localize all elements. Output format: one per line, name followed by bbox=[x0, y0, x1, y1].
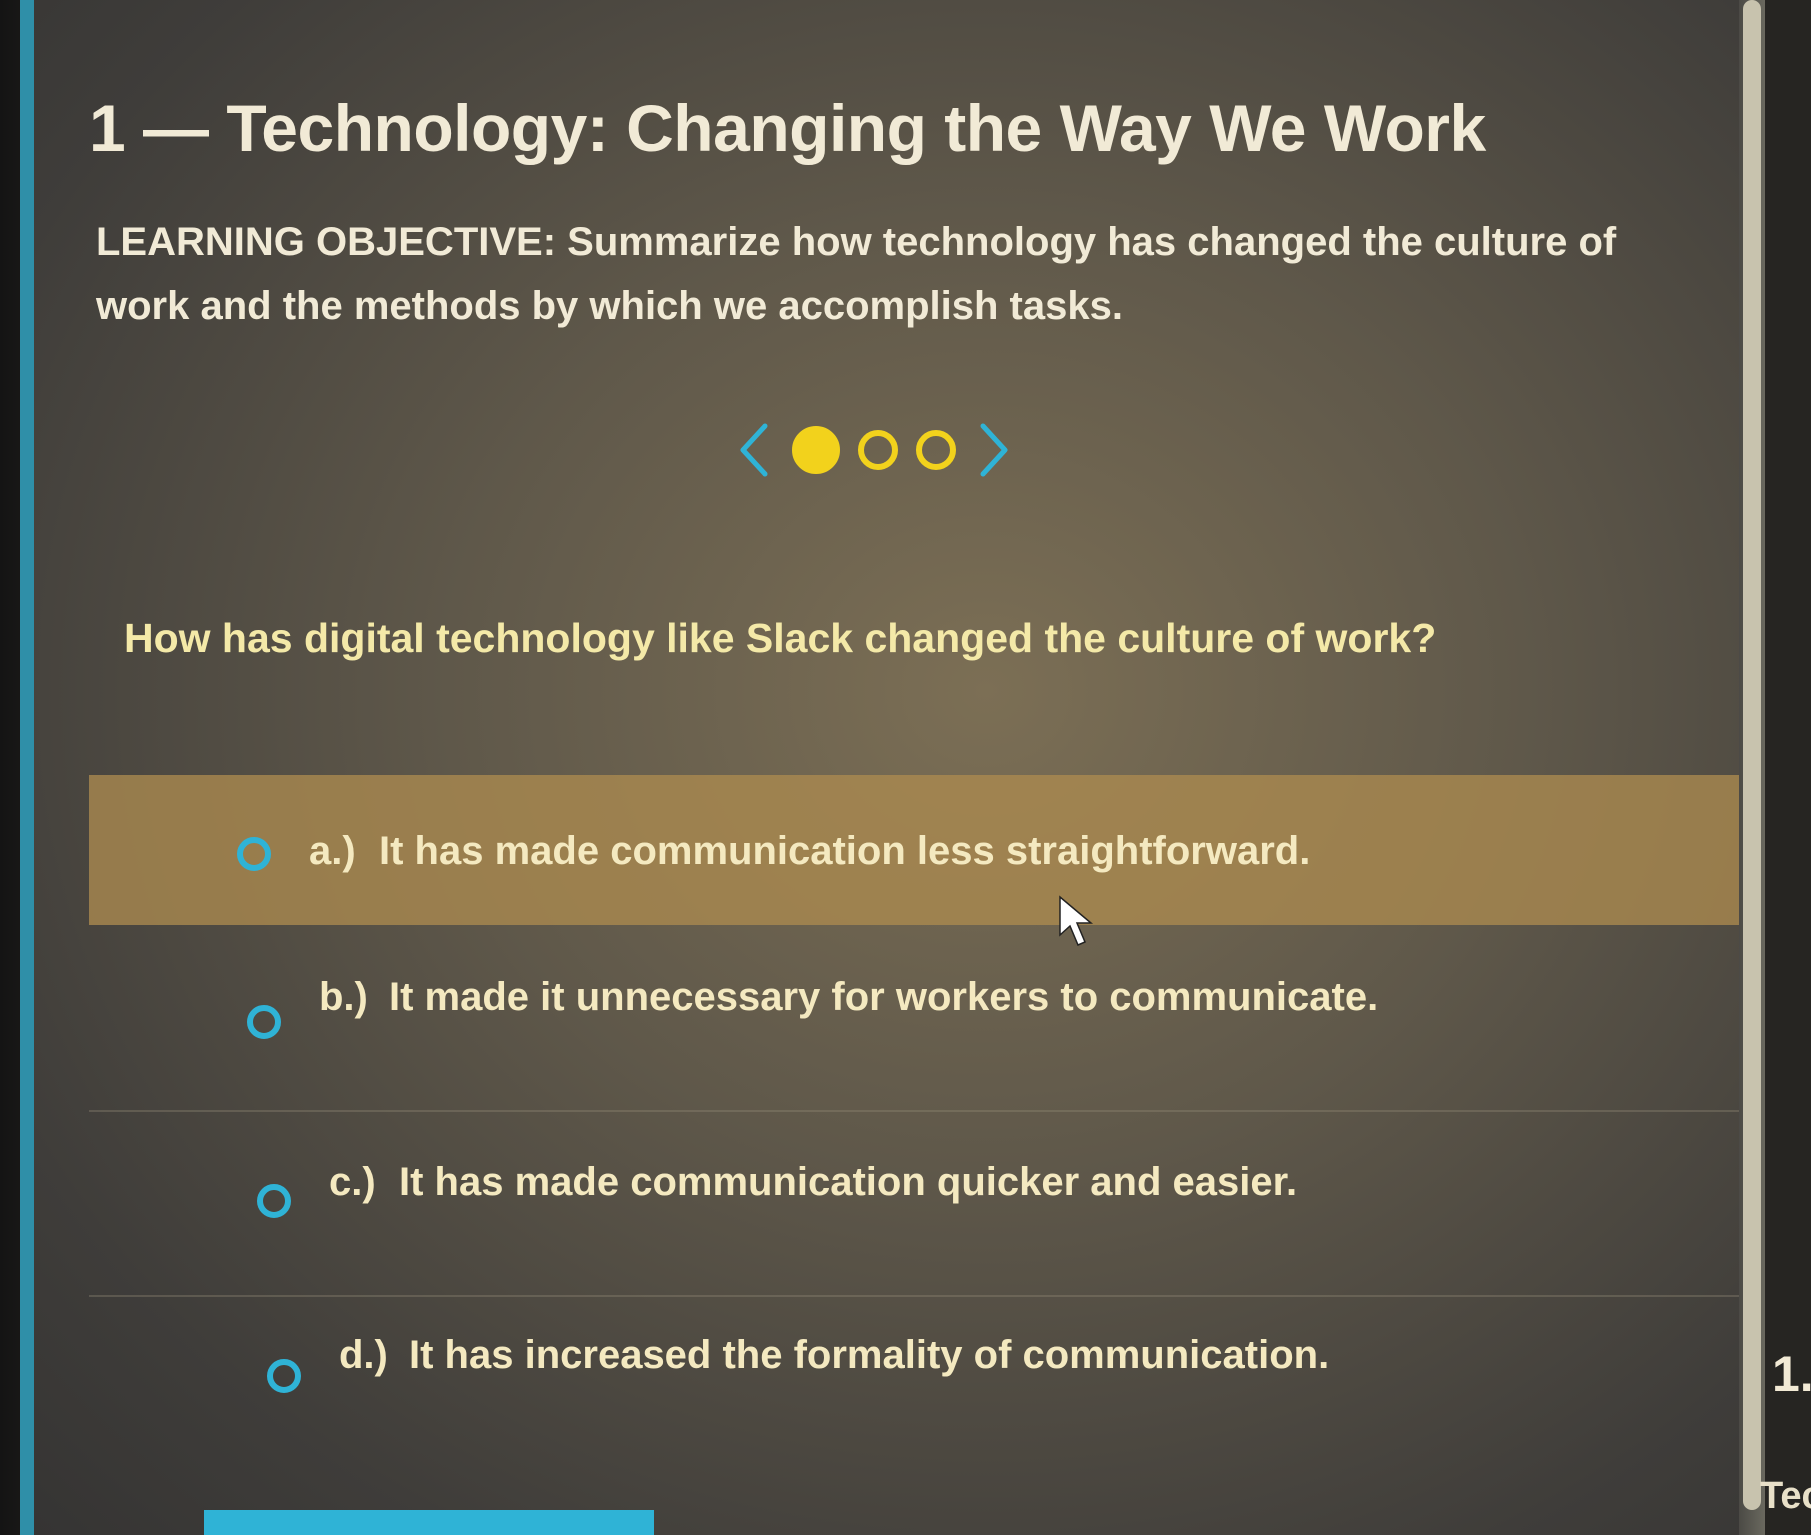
learning-objective: LEARNING OBJECTIVE: Summarize how techno… bbox=[96, 210, 1676, 338]
option-letter: d.) bbox=[339, 1333, 388, 1377]
mouse-pointer-icon bbox=[1059, 895, 1094, 946]
pager-dot-2[interactable] bbox=[858, 430, 898, 470]
option-letter: a.) bbox=[309, 829, 356, 873]
option-text: It has made communication less straightf… bbox=[379, 829, 1311, 873]
pager-dot-1[interactable] bbox=[792, 426, 840, 474]
radio-button-c[interactable] bbox=[257, 1184, 291, 1218]
learning-objective-label: LEARNING OBJECTIVE: bbox=[96, 220, 557, 264]
page-title: 1 — Technology: Changing the Way We Work bbox=[89, 91, 1486, 165]
question-pager bbox=[734, 410, 1014, 490]
radio-button-b[interactable] bbox=[247, 1005, 281, 1039]
scrollbar-thumb[interactable] bbox=[1743, 0, 1761, 1510]
pager-dot-3[interactable] bbox=[916, 430, 956, 470]
radio-button-a[interactable] bbox=[237, 837, 271, 871]
adjacent-panel bbox=[1765, 0, 1811, 1535]
question-prompt: How has digital technology like Slack ch… bbox=[124, 615, 1437, 661]
chevron-right-icon bbox=[980, 423, 1008, 477]
option-text: It has increased the formality of commun… bbox=[409, 1333, 1330, 1377]
answer-option-b[interactable]: b.) It made it unnecessary for workers t… bbox=[89, 925, 1749, 1110]
side-panel-number: 1. bbox=[1772, 1346, 1811, 1402]
side-panel-label: Tec bbox=[1760, 1475, 1811, 1517]
option-letter: c.) bbox=[329, 1160, 376, 1204]
screen: 1 — Technology: Changing the Way We Work… bbox=[0, 0, 1811, 1535]
answer-option-a[interactable]: a.) It has made communication less strai… bbox=[89, 775, 1749, 925]
chevron-left-icon bbox=[740, 423, 768, 477]
answer-option-d[interactable]: d.) It has increased the formality of co… bbox=[89, 1295, 1749, 1475]
scrollbar-track[interactable] bbox=[1739, 0, 1765, 1535]
submit-button[interactable] bbox=[204, 1510, 654, 1535]
prev-button[interactable] bbox=[734, 420, 774, 480]
next-button[interactable] bbox=[974, 420, 1014, 480]
lesson-card: 1 — Technology: Changing the Way We Work… bbox=[20, 0, 1765, 1535]
option-text: It made it unnecessary for workers to co… bbox=[389, 975, 1379, 1019]
answer-option-c[interactable]: c.) It has made communication quicker an… bbox=[89, 1110, 1749, 1295]
option-letter: b.) bbox=[319, 975, 368, 1019]
radio-button-d[interactable] bbox=[267, 1359, 301, 1393]
option-text: It has made communication quicker and ea… bbox=[399, 1160, 1298, 1204]
